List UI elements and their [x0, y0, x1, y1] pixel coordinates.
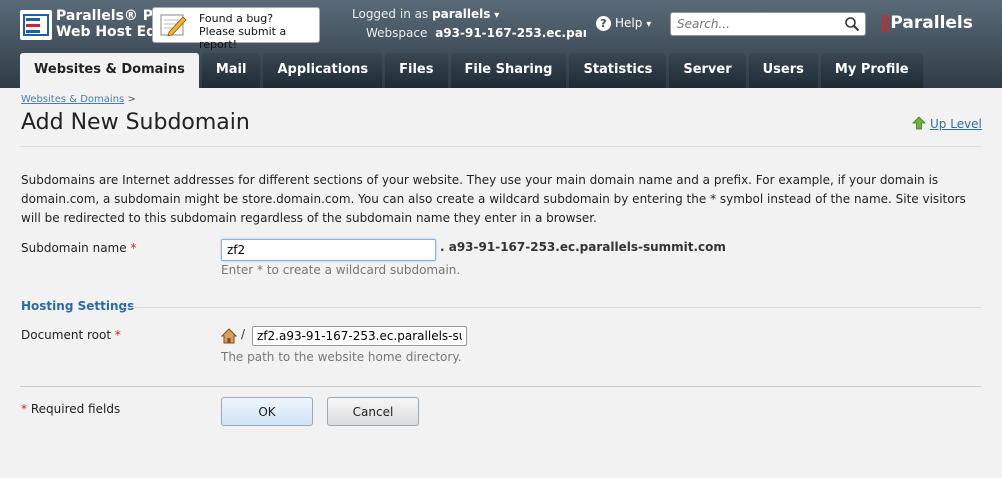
- breadcrumb-websites-domains[interactable]: Websites & Domains: [21, 94, 124, 105]
- report-bug-button[interactable]: Found a bug? Please submit a report!: [152, 7, 320, 51]
- main-tabs: Websites & Domains Mail Applications Fil…: [20, 53, 923, 88]
- tab-my-profile[interactable]: My Profile: [820, 53, 923, 88]
- breadcrumb-separator: >: [127, 94, 136, 105]
- parallels-logo: || Parallels: [880, 13, 973, 33]
- tab-users[interactable]: Users: [748, 53, 818, 88]
- domain-suffix: . a93-91-167-253.ec.parallels-summit.com: [440, 240, 726, 254]
- tab-files[interactable]: Files: [385, 53, 448, 88]
- logged-in-info: Logged in as parallels ▾: [352, 7, 499, 21]
- breadcrumb: Websites & Domains >: [21, 94, 136, 105]
- document-root-label: Document root *: [21, 328, 121, 342]
- username-menu[interactable]: parallels: [432, 7, 490, 21]
- top-header: Parallels® Plesk Web Host Edition Found …: [0, 0, 1002, 88]
- required-fields-note: * Required fields: [21, 402, 120, 416]
- brand-name: Parallels: [890, 13, 973, 33]
- document-root-input[interactable]: [252, 326, 467, 346]
- webspace-selector[interactable]: a93-91-167-253.ec.parallels-summit.com: [435, 26, 586, 40]
- subdomain-label-text: Subdomain name: [21, 241, 127, 255]
- help-menu[interactable]: ? Help ▾: [596, 16, 651, 31]
- chevron-down-icon[interactable]: ▾: [494, 10, 499, 21]
- tab-mail[interactable]: Mail: [201, 53, 261, 88]
- ok-button[interactable]: OK: [221, 397, 313, 426]
- path-separator: /: [241, 327, 246, 341]
- plesk-logo-icon: [20, 10, 52, 40]
- search-box: [670, 12, 866, 36]
- up-arrow-icon: [912, 116, 926, 130]
- required-mark: *: [114, 328, 121, 342]
- docroot-label-text: Document root: [21, 328, 112, 342]
- page-title: Add New Subdomain: [21, 110, 250, 135]
- webspace-label: Webspace: [366, 26, 428, 40]
- parallels-bars-icon: ||: [880, 13, 891, 33]
- search-icon[interactable]: [844, 16, 860, 32]
- bug-text-line-2: Please submit a report!: [199, 25, 287, 51]
- required-fields-text: Required fields: [30, 402, 121, 416]
- bug-text-line-1: Found a bug?: [199, 12, 274, 25]
- subdomain-hint: Enter * to create a wildcard subdomain.: [221, 263, 461, 277]
- product-line-1: Parallels® Plesk: [56, 8, 156, 24]
- subdomain-name-label: Subdomain name *: [21, 241, 136, 255]
- tab-statistics[interactable]: Statistics: [569, 53, 667, 88]
- docroot-hint: The path to the website home directory.: [221, 350, 462, 364]
- divider: [20, 146, 981, 147]
- section-divider: [124, 307, 981, 308]
- home-icon: [221, 328, 237, 344]
- chevron-down-icon: ▾: [646, 19, 652, 30]
- up-level-label[interactable]: Up Level: [930, 117, 982, 131]
- product-line-2: Web Host Edition: [56, 24, 156, 40]
- description-text: Subdomains are Internet addresses for di…: [21, 173, 966, 225]
- logged-in-label: Logged in as: [352, 7, 429, 21]
- pencil-icon: [160, 14, 187, 37]
- product-name: Parallels® Plesk Web Host Edition: [56, 8, 156, 42]
- up-level-link[interactable]: Up Level: [912, 116, 982, 131]
- required-mark: *: [21, 402, 27, 416]
- webspace-info: Webspace a93-91-167-253.ec.parallels-sum…: [366, 26, 586, 40]
- cancel-button[interactable]: Cancel: [327, 397, 419, 426]
- tab-websites-domains[interactable]: Websites & Domains: [20, 53, 199, 88]
- hosting-settings-heading: Hosting Settings: [21, 299, 135, 313]
- help-icon: ?: [596, 16, 611, 31]
- help-label: Help: [615, 16, 643, 30]
- divider: [20, 386, 981, 387]
- search-input[interactable]: [677, 16, 837, 32]
- tab-server[interactable]: Server: [669, 53, 746, 88]
- required-mark: *: [130, 241, 137, 255]
- tab-file-sharing[interactable]: File Sharing: [450, 53, 567, 88]
- subdomain-name-input[interactable]: [221, 239, 436, 261]
- tab-applications[interactable]: Applications: [263, 53, 383, 88]
